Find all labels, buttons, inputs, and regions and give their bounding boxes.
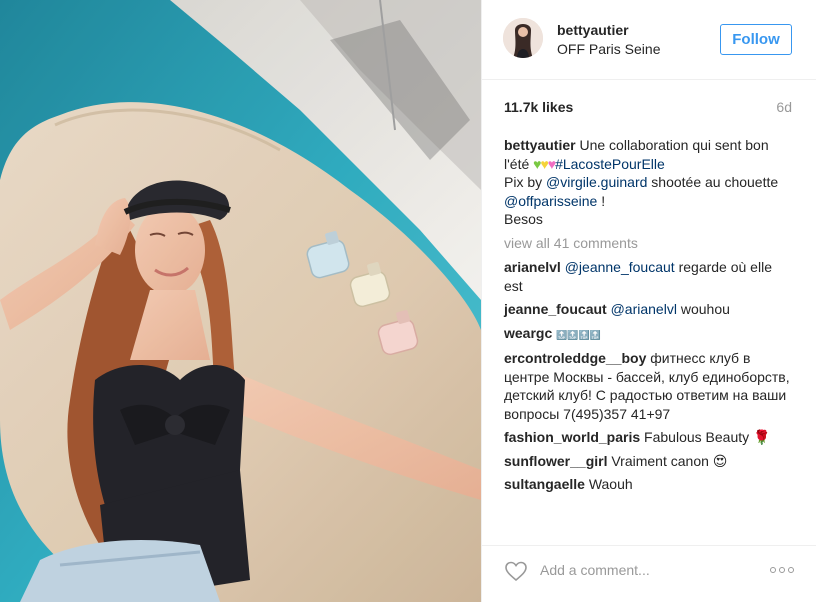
instagram-post: bettyautier OFF Paris Seine Follow 11.7k… — [0, 0, 816, 602]
comment-item: sultangaelle Waouh — [504, 475, 794, 494]
comment-author[interactable]: arianelvl — [504, 259, 561, 275]
comment-item: ercontroleddge__boy фитнесс клуб в центр… — [504, 349, 794, 423]
caption-hashtag[interactable]: #LacostePourElle — [555, 156, 665, 172]
post-photo[interactable] — [0, 0, 481, 602]
heart-outline-icon[interactable] — [504, 559, 528, 583]
comment-author[interactable]: weargc — [504, 325, 552, 341]
comment-item: sunflower__girl Vraiment canon 😍 — [504, 452, 794, 471]
caption: bettyautier Une collaboration qui sent b… — [504, 136, 794, 229]
follow-button[interactable]: Follow — [720, 24, 792, 55]
comment-mention[interactable]: @jeanne_foucaut — [565, 259, 675, 275]
likes-row: 11.7k likes 6d — [504, 99, 792, 117]
comment-item: jeanne_foucaut @arianelvl wouhou — [504, 300, 794, 319]
comment-author[interactable]: fashion_world_paris — [504, 429, 640, 445]
post-username[interactable]: bettyautier — [557, 22, 629, 38]
comment-text: Fabulous Beauty — [644, 429, 750, 445]
post-header: bettyautier OFF Paris Seine Follow — [482, 0, 816, 80]
heart-eyes-emoji: 😍 — [712, 452, 728, 469]
top-arrows-emoji: 🔝🔝🔝🔝 — [556, 329, 601, 340]
post-timestamp[interactable]: 6d — [776, 99, 792, 115]
caption-mention-photographer[interactable]: @virgile.guinard — [546, 174, 647, 190]
rose-emoji: 🌹 — [753, 429, 771, 445]
hearts-emoji: ♥♥♥ — [533, 155, 556, 172]
caption-text-4: ! — [601, 192, 606, 209]
view-all-comments-link[interactable]: view all 41 comments — [504, 234, 794, 253]
comments-section: bettyautier Une collaboration qui sent b… — [504, 136, 794, 499]
user-avatar[interactable] — [503, 18, 543, 58]
comment-author[interactable]: ercontroleddge__boy — [504, 350, 646, 366]
caption-text-2: Pix by — [504, 174, 543, 190]
comment-item: fashion_world_paris Fabulous Beauty 🌹 — [504, 428, 794, 447]
comment-text: wouhou — [680, 301, 730, 317]
comment-mention[interactable]: @arianelvl — [611, 301, 677, 317]
post-location[interactable]: OFF Paris Seine — [557, 41, 660, 57]
caption-mention-venue[interactable]: @offparisseine — [504, 193, 597, 209]
comment-author[interactable]: sunflower__girl — [504, 453, 607, 469]
caption-author[interactable]: bettyautier — [504, 137, 576, 153]
caption-text-3: shootée au chouette — [651, 174, 779, 190]
add-comment-input[interactable] — [540, 558, 740, 582]
comment-author[interactable]: jeanne_foucaut — [504, 301, 607, 317]
likes-count[interactable]: 11.7k likes — [504, 99, 573, 115]
comment-author[interactable]: sultangaelle — [504, 476, 585, 492]
more-options-icon[interactable] — [770, 562, 794, 578]
comment-text: Waouh — [588, 476, 633, 492]
comment-item: arianelvl @jeanne_foucaut regarde où ell… — [504, 258, 794, 295]
comment-item: weargc 🔝🔝🔝🔝 — [504, 324, 794, 345]
post-side-panel: bettyautier OFF Paris Seine Follow 11.7k… — [481, 0, 816, 602]
comment-text: Vraiment canon — [611, 452, 709, 469]
post-footer — [482, 545, 816, 603]
caption-text-5: Besos — [504, 211, 543, 227]
